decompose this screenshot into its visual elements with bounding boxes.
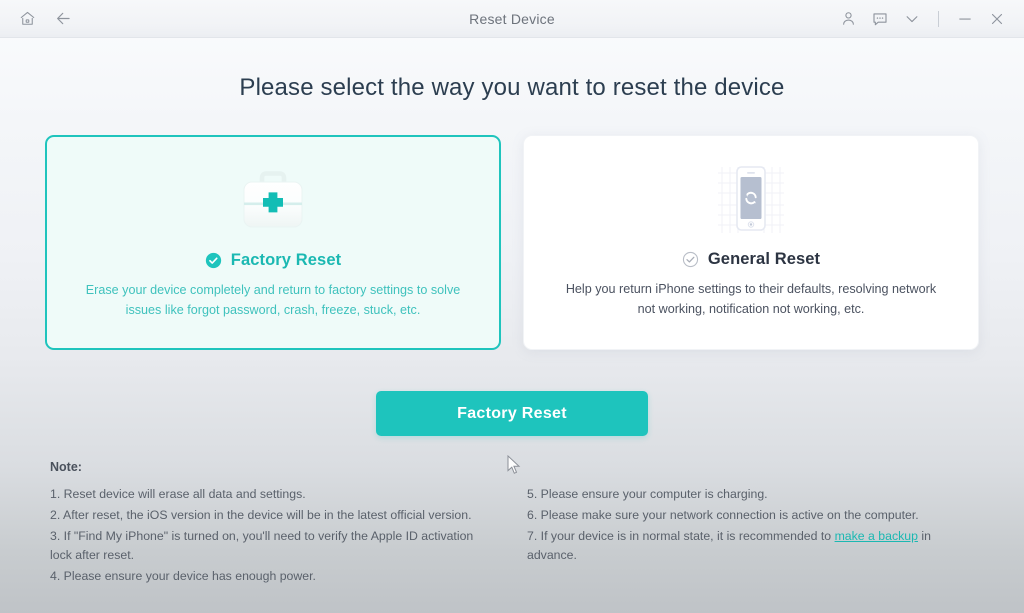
check-circle-outline-icon: [682, 251, 699, 268]
titlebar-divider: [938, 10, 939, 27]
note-item: 2. After reset, the iOS version in the d…: [50, 508, 472, 523]
card-general-reset[interactable]: General Reset Help you return iPhone set…: [523, 135, 979, 350]
titlebar: Reset Device: [0, 0, 1024, 38]
make-a-backup-link[interactable]: make a backup: [835, 529, 918, 543]
note-item: 5. Please ensure your computer is chargi…: [527, 487, 768, 501]
feedback-message-icon[interactable]: [867, 6, 893, 32]
note-text-prefix: 7. If your device is in normal state, it…: [527, 529, 835, 544]
card-title-general-reset: General Reset: [707, 250, 821, 268]
chevron-down-icon[interactable]: [899, 6, 925, 32]
page-title: Please select the way you want to reset …: [239, 74, 785, 101]
titlebar-left-controls: [14, 6, 76, 32]
reset-option-cards: Factory Reset Erase your device complete…: [0, 135, 1024, 350]
check-circle-filled-icon: [205, 252, 222, 269]
card-factory-reset[interactable]: Factory Reset Erase your device complete…: [45, 135, 501, 350]
home-icon[interactable]: [14, 6, 40, 32]
notes-column-left: 1. Reset device will erase all data and …: [50, 485, 497, 588]
notes-columns: 1. Reset device will erase all data and …: [50, 485, 974, 588]
user-account-icon[interactable]: [835, 6, 861, 32]
note-item: 6. Please make sure your network connect…: [527, 508, 919, 523]
primary-action-area: Factory Reset: [0, 391, 1024, 436]
first-aid-kit-icon: [232, 153, 314, 249]
card-title-row-factory-reset: Factory Reset: [205, 251, 341, 270]
card-description-general-reset: Help you return iPhone settings to their…: [565, 282, 937, 316]
card-title-factory-reset: Factory Reset: [230, 251, 342, 269]
phone-refresh-icon: [708, 152, 794, 248]
note-item: 1. Reset device will erase all data and …: [50, 487, 306, 501]
card-description-factory-reset: Erase your device completely and return …: [85, 283, 461, 317]
notes-section: Note: 1. Reset device will erase all dat…: [0, 460, 1024, 588]
factory-reset-button[interactable]: Factory Reset: [376, 391, 648, 436]
notes-column-right: 5. Please ensure your computer is chargi…: [527, 485, 974, 588]
minimize-button[interactable]: [952, 6, 978, 32]
close-button[interactable]: [984, 6, 1010, 32]
card-title-row-general-reset: General Reset: [682, 250, 820, 269]
back-arrow-icon[interactable]: [50, 6, 76, 32]
notes-title: Note:: [50, 460, 82, 474]
titlebar-right-controls: [835, 6, 1010, 32]
note-item-with-link: 7. If your device is in normal state, it…: [527, 527, 974, 565]
note-item: 3. If "Find My iPhone" is turned on, you…: [50, 529, 474, 563]
note-item: 4. Please ensure your device has enough …: [50, 569, 316, 584]
